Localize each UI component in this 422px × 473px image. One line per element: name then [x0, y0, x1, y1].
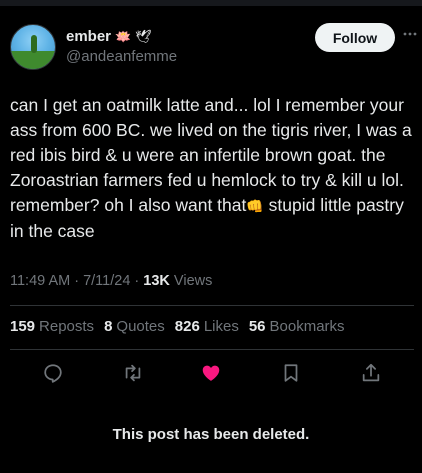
reposts-label: Reposts: [39, 318, 95, 335]
views-label: Views: [169, 273, 213, 289]
likes-label: Likes: [203, 318, 239, 335]
divider: [10, 305, 414, 306]
lotus-emoji: 🪷: [115, 28, 132, 44]
bookmarks-label: Bookmarks: [269, 318, 345, 335]
user-handle[interactable]: @andeanfemme: [66, 48, 177, 65]
likes-stat[interactable]: 826 Likes: [175, 318, 239, 335]
engagement-stats: 159 Reposts 8 Quotes 826 Likes 56 Bookmarks: [10, 318, 345, 335]
repost-icon[interactable]: [120, 360, 146, 386]
display-name[interactable]: ember: [66, 28, 111, 45]
avatar-grass: [11, 51, 55, 69]
post-meta: 11:49 AM · 7/11/24 · 13K Views: [10, 273, 212, 289]
post-date[interactable]: 7/11/24: [83, 273, 130, 289]
reply-icon[interactable]: [40, 360, 66, 386]
meta-separator: ·: [70, 273, 84, 289]
post-header: ember 🪷 🕊 @andeanfemme Follow: [10, 20, 417, 72]
post-text: can I get an oatmilk latte and... lol I …: [10, 93, 415, 244]
bookmarks-stat[interactable]: 56 Bookmarks: [249, 318, 345, 335]
divider: [10, 349, 414, 350]
reposts-count: 159: [10, 318, 36, 335]
views-count: 13K: [143, 273, 170, 289]
top-divider: [0, 0, 422, 6]
bookmark-icon[interactable]: [278, 360, 304, 386]
quotes-count: 8: [104, 318, 113, 335]
quotes-label: Quotes: [116, 318, 165, 335]
avatar[interactable]: [10, 24, 56, 70]
deleted-notice: This post has been deleted.: [112, 426, 310, 443]
meta-separator: ·: [130, 273, 144, 289]
dove-emoji: 🕊: [135, 28, 152, 44]
more-options-icon[interactable]: [402, 27, 417, 41]
likes-count: 826: [174, 318, 200, 335]
author-names: ember 🪷 🕊 @andeanfemme: [66, 26, 177, 66]
quotes-stat[interactable]: 8 Quotes: [104, 318, 165, 335]
heart-icon[interactable]: [198, 360, 224, 386]
fist-emoji: 👊: [246, 198, 264, 214]
avatar-sprout: [31, 35, 37, 53]
share-icon[interactable]: [358, 360, 384, 386]
display-name-row[interactable]: ember 🪷 🕊: [66, 26, 177, 46]
follow-button[interactable]: Follow: [315, 23, 395, 52]
post-time[interactable]: 11:49 AM: [10, 273, 70, 289]
bookmarks-count: 56: [248, 318, 266, 335]
action-bar: [10, 360, 414, 388]
reposts-stat[interactable]: 159 Reposts: [10, 318, 94, 335]
